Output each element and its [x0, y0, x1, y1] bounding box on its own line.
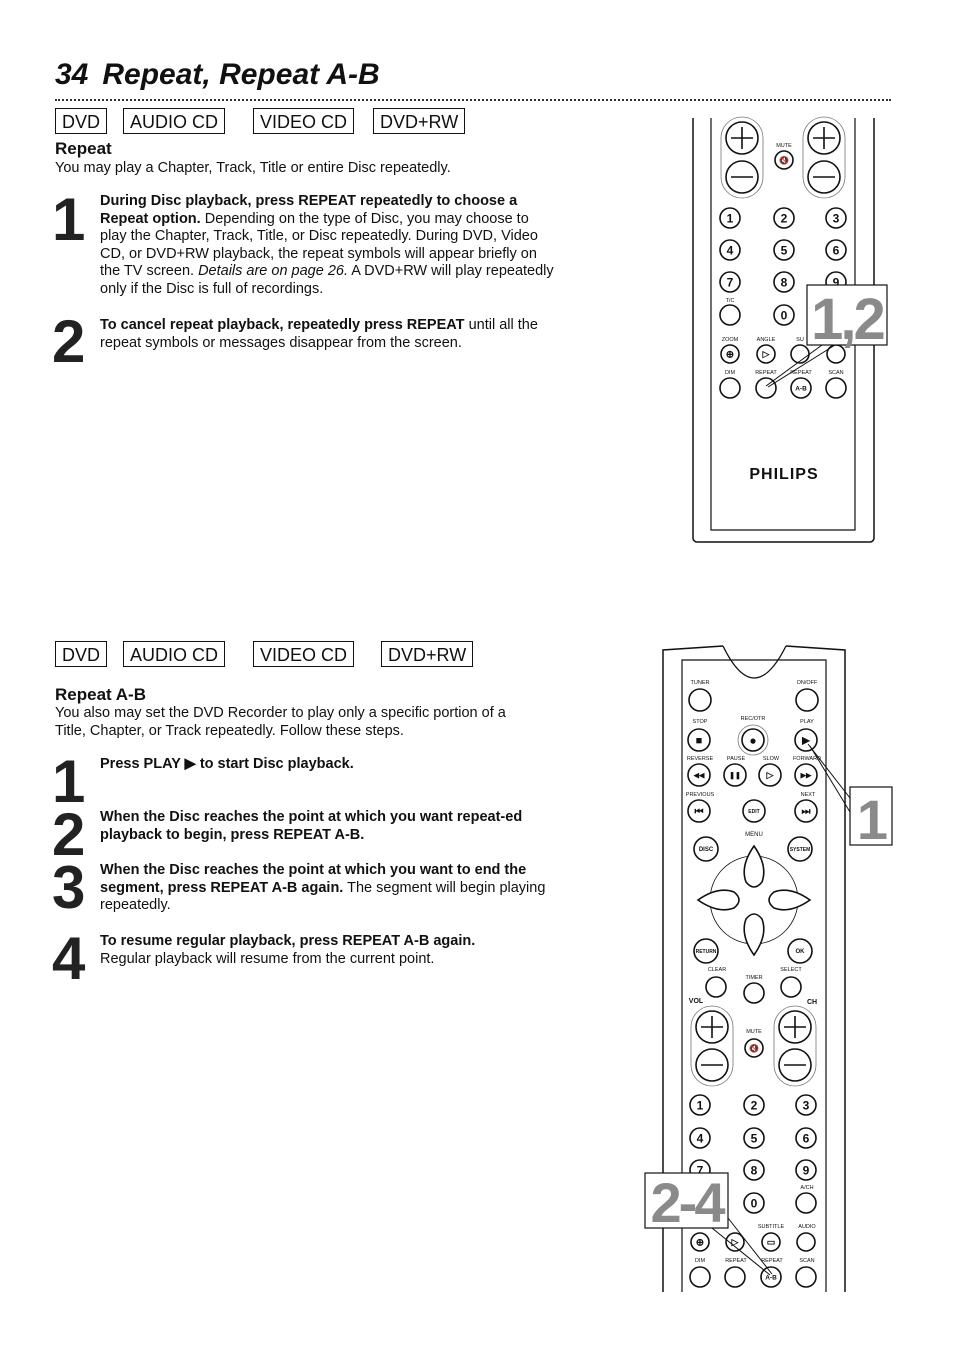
button-label: DIM: [695, 1258, 706, 1264]
button-label: ZOOM: [722, 337, 739, 343]
subtitle-button[interactable]: [790, 344, 810, 364]
digit-8-glyph: 8: [751, 1163, 758, 1177]
callout-1: 1: [857, 788, 887, 851]
button-label: SLOW: [763, 756, 780, 762]
audio-button[interactable]: [796, 1232, 816, 1252]
button-label: SU: [796, 337, 804, 343]
repeat-ab-glyph: A-B: [795, 385, 807, 392]
button-label: ON/OFF: [797, 680, 818, 686]
nav-right-button[interactable]: [768, 889, 812, 911]
reverse-glyph: ◀◀: [693, 773, 705, 780]
button-label: SCAN: [828, 370, 843, 376]
digit-8-glyph: 8: [781, 275, 788, 289]
digit-0-glyph: 0: [781, 308, 788, 322]
subtitle-glyph: ▭: [767, 1237, 776, 1247]
button-label: DIM: [725, 370, 736, 376]
button-label: MUTE: [776, 143, 792, 149]
next-glyph: ⏭: [802, 807, 811, 818]
button-label: T/C: [726, 298, 735, 304]
button-label: ANGLE: [757, 337, 776, 343]
remote-top-arc: [722, 645, 787, 679]
callout-1-2: 1,2: [811, 287, 883, 352]
digit-5-glyph: 5: [781, 243, 788, 257]
ok-glyph: OK: [796, 949, 806, 955]
button-label: SUBTITLE: [758, 1224, 785, 1230]
remote-illustrations: MUTE 🔇 1 2 3 4 5 6 7 8 9 T/C 0 ZOOM ⊕ ANGLE ▷ SU DIM REPEAT…: [644, 116, 893, 1292]
digit-5-glyph: 5: [751, 1131, 758, 1145]
ch-label: CH: [807, 999, 817, 1006]
tuner-button[interactable]: [688, 688, 712, 712]
forward-glyph: ▶▶: [800, 773, 812, 780]
play-glyph: ▶: [801, 736, 811, 747]
button-label: REPEAT: [755, 370, 777, 376]
stop-glyph: ■: [696, 735, 703, 747]
return-glyph: RETURN: [696, 949, 717, 955]
button-label: AUDIO: [798, 1224, 816, 1230]
mute-glyph: 🔇: [749, 1043, 759, 1053]
button-label: PLAY: [800, 719, 814, 725]
repeat-ab-glyph: A-B: [765, 1274, 777, 1281]
mute-glyph: 🔇: [779, 155, 789, 165]
timer-button[interactable]: [743, 982, 765, 1004]
digit-1-glyph: 1: [697, 1098, 704, 1112]
button-label: REPEAT: [725, 1258, 747, 1264]
digit-6-glyph: 6: [833, 243, 840, 257]
button-label: MUTE: [746, 1029, 762, 1035]
digit-1-glyph: 1: [727, 211, 734, 225]
zoom-glyph: ⊕: [726, 350, 734, 361]
dim-button[interactable]: [689, 1266, 711, 1288]
vol-label: VOL: [689, 998, 704, 1005]
button-label: SCAN: [799, 1258, 814, 1264]
button-label: SELECT: [780, 967, 802, 973]
previous-glyph: ⏮: [695, 807, 704, 818]
digit-3-glyph: 3: [833, 211, 840, 225]
on-off-button[interactable]: [795, 688, 819, 712]
nav-left-button[interactable]: [696, 889, 740, 911]
rec-otr-glyph: ●: [749, 733, 756, 747]
system-glyph: SYSTEM: [790, 847, 811, 853]
angle-glyph: ▷: [731, 1237, 740, 1247]
scan-button[interactable]: [825, 377, 847, 399]
button-label: NEXT: [801, 792, 816, 798]
digit-4-glyph: 4: [697, 1131, 704, 1145]
digit-0-glyph: 0: [751, 1196, 758, 1210]
menu-label: MENU: [745, 832, 763, 838]
nav-down-button[interactable]: [743, 913, 765, 957]
edit-glyph: EDIT: [748, 809, 759, 815]
button-label: TIMER: [745, 975, 762, 981]
slow-glyph: ▷: [766, 770, 775, 780]
pause-glyph: ❚❚: [729, 772, 741, 780]
button-label: STOP: [693, 719, 708, 725]
repeat-button[interactable]: [724, 1266, 746, 1288]
zoom-glyph: ⊕: [696, 1238, 704, 1249]
button-label: REC/OTR: [741, 716, 766, 722]
button-label: REPEAT: [761, 1258, 783, 1264]
button-label: REVERSE: [687, 756, 714, 762]
button-label: PREVIOUS: [686, 792, 715, 798]
disc-glyph: DISC: [699, 847, 714, 853]
digit-6-glyph: 6: [803, 1131, 810, 1145]
button-label: A/CH: [800, 1185, 813, 1191]
dim-button[interactable]: [719, 377, 741, 399]
callout-2-4: 2-4: [651, 1171, 726, 1234]
philips-logo: PHILIPS: [749, 466, 818, 483]
nav-up-button[interactable]: [743, 844, 765, 888]
digit-4-glyph: 4: [727, 243, 734, 257]
button-label: CLEAR: [708, 967, 726, 973]
clear-button[interactable]: [705, 976, 727, 998]
tc-button[interactable]: [719, 304, 741, 326]
digit-2-glyph: 2: [781, 211, 788, 225]
digit-3-glyph: 3: [803, 1098, 810, 1112]
select-button[interactable]: [780, 976, 802, 998]
digit-2-glyph: 2: [751, 1098, 758, 1112]
angle-glyph: ▷: [762, 349, 771, 359]
button-label: PAUSE: [727, 756, 746, 762]
digit-7-glyph: 7: [727, 275, 734, 289]
a-ch-button[interactable]: [795, 1192, 817, 1214]
scan-button[interactable]: [795, 1266, 817, 1288]
digit-9-glyph: 9: [803, 1163, 810, 1177]
button-label: TUNER: [691, 680, 710, 686]
